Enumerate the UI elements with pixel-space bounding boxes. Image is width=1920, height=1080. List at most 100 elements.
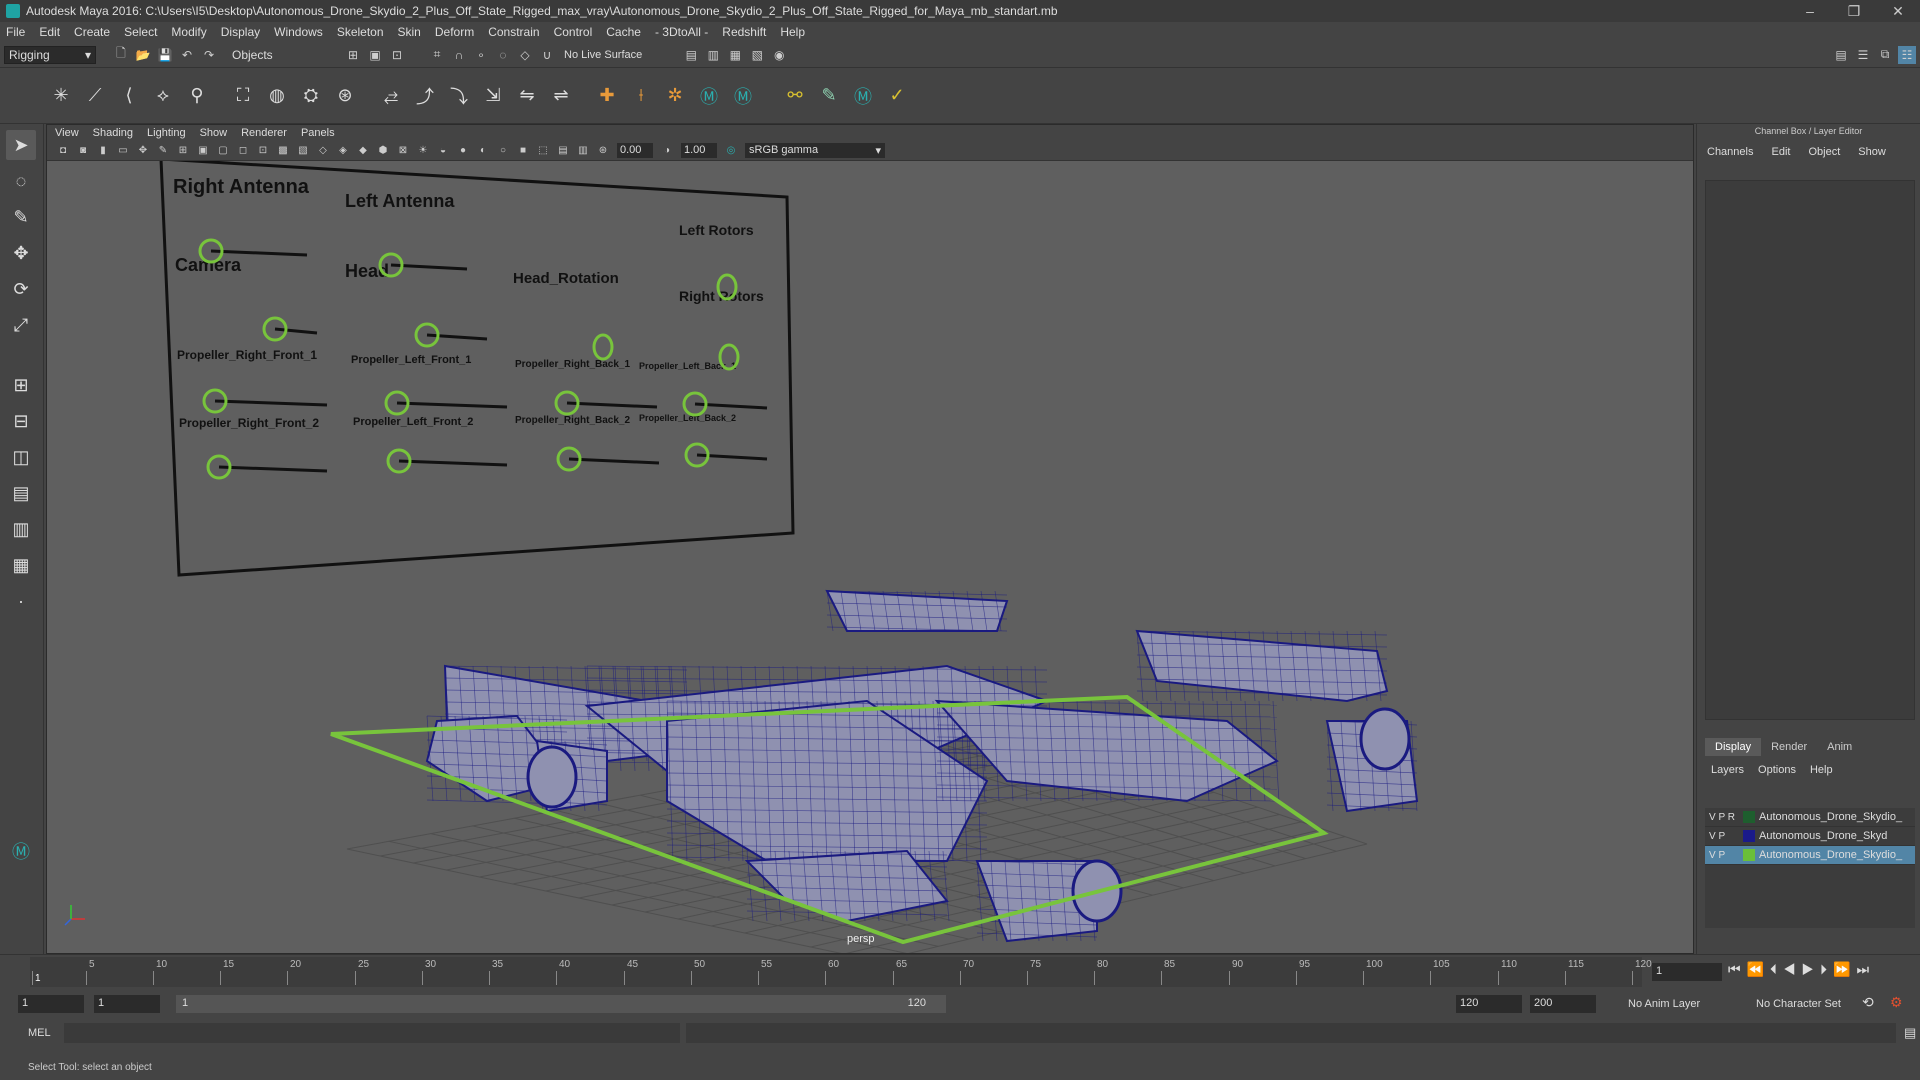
step-forward-key-icon[interactable]: ⏩ xyxy=(1833,961,1856,977)
orient-constraint-icon[interactable]: ✲ xyxy=(660,81,690,111)
menu-set-dropdown[interactable]: Rigging ▾ xyxy=(4,45,96,64)
range-slider-track[interactable]: 1 120 xyxy=(176,995,946,1013)
channel-box-area[interactable] xyxy=(1705,180,1915,720)
camera-attr-icon[interactable]: ◙ xyxy=(75,143,91,159)
menu--3dtoall-[interactable]: - 3DtoAll - xyxy=(655,25,708,39)
snap-point-icon[interactable]: ∘ xyxy=(472,46,490,64)
menu-display[interactable]: Display xyxy=(221,25,260,39)
grid-icon[interactable]: ⊞ xyxy=(175,143,191,159)
shadows-icon[interactable]: ◒ xyxy=(435,143,451,159)
play-forward-icon[interactable]: ▶ xyxy=(1802,961,1821,977)
render-settings-icon[interactable]: ▧ xyxy=(748,46,766,64)
camera-icon[interactable]: ◘ xyxy=(55,143,71,159)
layer-color-swatch[interactable] xyxy=(1743,849,1755,861)
hypershade-icon[interactable]: ◉ xyxy=(770,46,788,64)
tab-render[interactable]: Render xyxy=(1761,738,1817,756)
ik-handle-icon[interactable]: ⟋ xyxy=(80,81,110,111)
layer-row[interactable]: V P R Autonomous_Drone_Skydio_ xyxy=(1705,808,1915,827)
safe-action-icon[interactable]: ▩ xyxy=(275,143,291,159)
end-time-field[interactable]: 200 xyxy=(1530,995,1596,1013)
lights-icon[interactable]: ☀ xyxy=(415,143,431,159)
close-button[interactable]: ✕ xyxy=(1876,3,1920,20)
play-back-icon[interactable]: ◀ xyxy=(1783,961,1802,977)
viewport-menu-lighting[interactable]: Lighting xyxy=(147,127,186,139)
attribute-editor-icon[interactable]: ☰ xyxy=(1854,46,1872,64)
persp-viewport[interactable]: View Shading Lighting Show Renderer Panels ◘ … xyxy=(46,124,1694,954)
script-m2-icon[interactable]: Ⓜ xyxy=(728,81,758,111)
side-by-side-icon[interactable]: ◫ xyxy=(6,442,36,472)
bind-skin-icon[interactable]: ⥄ xyxy=(376,81,406,111)
render-frame-icon[interactable]: ▥ xyxy=(704,46,722,64)
more-layouts-icon[interactable]: · xyxy=(6,586,36,616)
command-input[interactable] xyxy=(64,1023,680,1043)
wireframe-icon[interactable]: ◇ xyxy=(315,143,331,159)
live-surface-label[interactable]: No Live Surface xyxy=(564,49,642,61)
select-by-object-icon[interactable]: ▣ xyxy=(366,46,384,64)
menu-redshift[interactable]: Redshift xyxy=(722,25,766,39)
outliner-layout-icon[interactable]: ▤ xyxy=(6,478,36,508)
redo-icon[interactable]: ↷ xyxy=(200,46,218,64)
ik-spline-icon[interactable]: ⟨ xyxy=(114,81,144,111)
channel-menu-object[interactable]: Object xyxy=(1808,146,1840,158)
script-editor-icon[interactable]: ▤ xyxy=(1904,1025,1916,1041)
lattice-icon[interactable]: ◍ xyxy=(262,81,292,111)
mesh-part[interactable] xyxy=(825,589,1009,632)
copy-weights-icon[interactable]: ⇋ xyxy=(512,81,542,111)
menu-constrain[interactable]: Constrain xyxy=(488,25,539,39)
point-constraint-icon[interactable]: ✚ xyxy=(592,81,622,111)
rotate-tool-icon[interactable]: ⟳ xyxy=(6,274,36,304)
motion-blur-icon[interactable]: ◐ xyxy=(475,143,491,159)
layer-color-swatch[interactable] xyxy=(1743,811,1755,823)
snap-surface-icon[interactable]: ◇ xyxy=(516,46,534,64)
layer-menu-help[interactable]: Help xyxy=(1810,764,1833,776)
tab-anim[interactable]: Anim xyxy=(1817,738,1862,756)
viewport-menu-renderer[interactable]: Renderer xyxy=(241,127,287,139)
menu-create[interactable]: Create xyxy=(74,25,110,39)
exposure-icon[interactable]: ⊛ xyxy=(595,143,611,159)
insert-joint-icon[interactable]: ⟡ xyxy=(148,81,178,111)
gate-mask-icon[interactable]: ◻ xyxy=(235,143,251,159)
two-d-pan-icon[interactable]: ✥ xyxy=(135,143,151,159)
resolution-gate-icon[interactable]: ▢ xyxy=(215,143,231,159)
paint-select-icon[interactable]: ✎ xyxy=(6,202,36,232)
anim-layer-dropdown[interactable]: No Anim Layer xyxy=(1628,998,1700,1010)
channel-menu-channels[interactable]: Channels xyxy=(1707,146,1753,158)
character-set-dropdown[interactable]: No Character Set xyxy=(1756,998,1841,1010)
layer-menu-layers[interactable]: Layers xyxy=(1711,764,1744,776)
x-ray-icon[interactable]: ⊠ xyxy=(395,143,411,159)
viewport-menu-show[interactable]: Show xyxy=(200,127,228,139)
command-language-label[interactable]: MEL xyxy=(28,1027,62,1039)
textured-icon[interactable]: ⬢ xyxy=(375,143,391,159)
aim-constraint-icon[interactable]: ⟊ xyxy=(626,81,656,111)
step-back-icon[interactable]: ⏴ xyxy=(1770,961,1783,977)
rotor-hub[interactable] xyxy=(1359,707,1411,771)
anim-prefs-icon[interactable]: ⚙ xyxy=(1890,994,1903,1011)
image-plane-icon[interactable]: ▭ xyxy=(115,143,131,159)
script-m3-icon[interactable]: Ⓜ xyxy=(848,81,878,111)
rotor-hub[interactable] xyxy=(526,745,578,809)
tab-display[interactable]: Display xyxy=(1705,738,1762,756)
menu-skin[interactable]: Skin xyxy=(398,25,421,39)
layer-name[interactable]: Autonomous_Drone_Skydio_ xyxy=(1759,811,1902,823)
menu-cache[interactable]: Cache xyxy=(606,25,641,39)
menu-skeleton[interactable]: Skeleton xyxy=(337,25,384,39)
channel-menu-show[interactable]: Show xyxy=(1858,146,1886,158)
open-scene-icon[interactable]: 📂 xyxy=(134,46,152,64)
lasso-tool-icon[interactable]: ◌ xyxy=(6,166,36,196)
joint-tool-icon[interactable]: ✳ xyxy=(46,81,76,111)
layer-flags[interactable]: V P xyxy=(1705,850,1743,861)
scale-tool-icon[interactable]: ⤢ xyxy=(6,310,36,340)
four-view-icon[interactable]: ⊟ xyxy=(6,406,36,436)
layer-row[interactable]: V P Autonomous_Drone_Skydio_ xyxy=(1705,846,1915,865)
menu-edit[interactable]: Edit xyxy=(39,25,60,39)
layer-color-swatch[interactable] xyxy=(1743,830,1755,842)
minimize-button[interactable]: – xyxy=(1788,3,1832,19)
bookmark-icon[interactable]: ▮ xyxy=(95,143,111,159)
ipr-render-icon[interactable]: ▦ xyxy=(726,46,744,64)
wrap-icon[interactable]: ⛭ xyxy=(296,81,326,111)
layer-flags[interactable]: V P R xyxy=(1705,812,1743,823)
menu-select[interactable]: Select xyxy=(124,25,157,39)
auto-key-icon[interactable]: ⟲ xyxy=(1862,994,1874,1011)
scene-view[interactable]: Right Antenna Left Antenna Left Rotors Came… xyxy=(47,161,1694,954)
anti-alias-icon[interactable]: ○ xyxy=(495,143,511,159)
